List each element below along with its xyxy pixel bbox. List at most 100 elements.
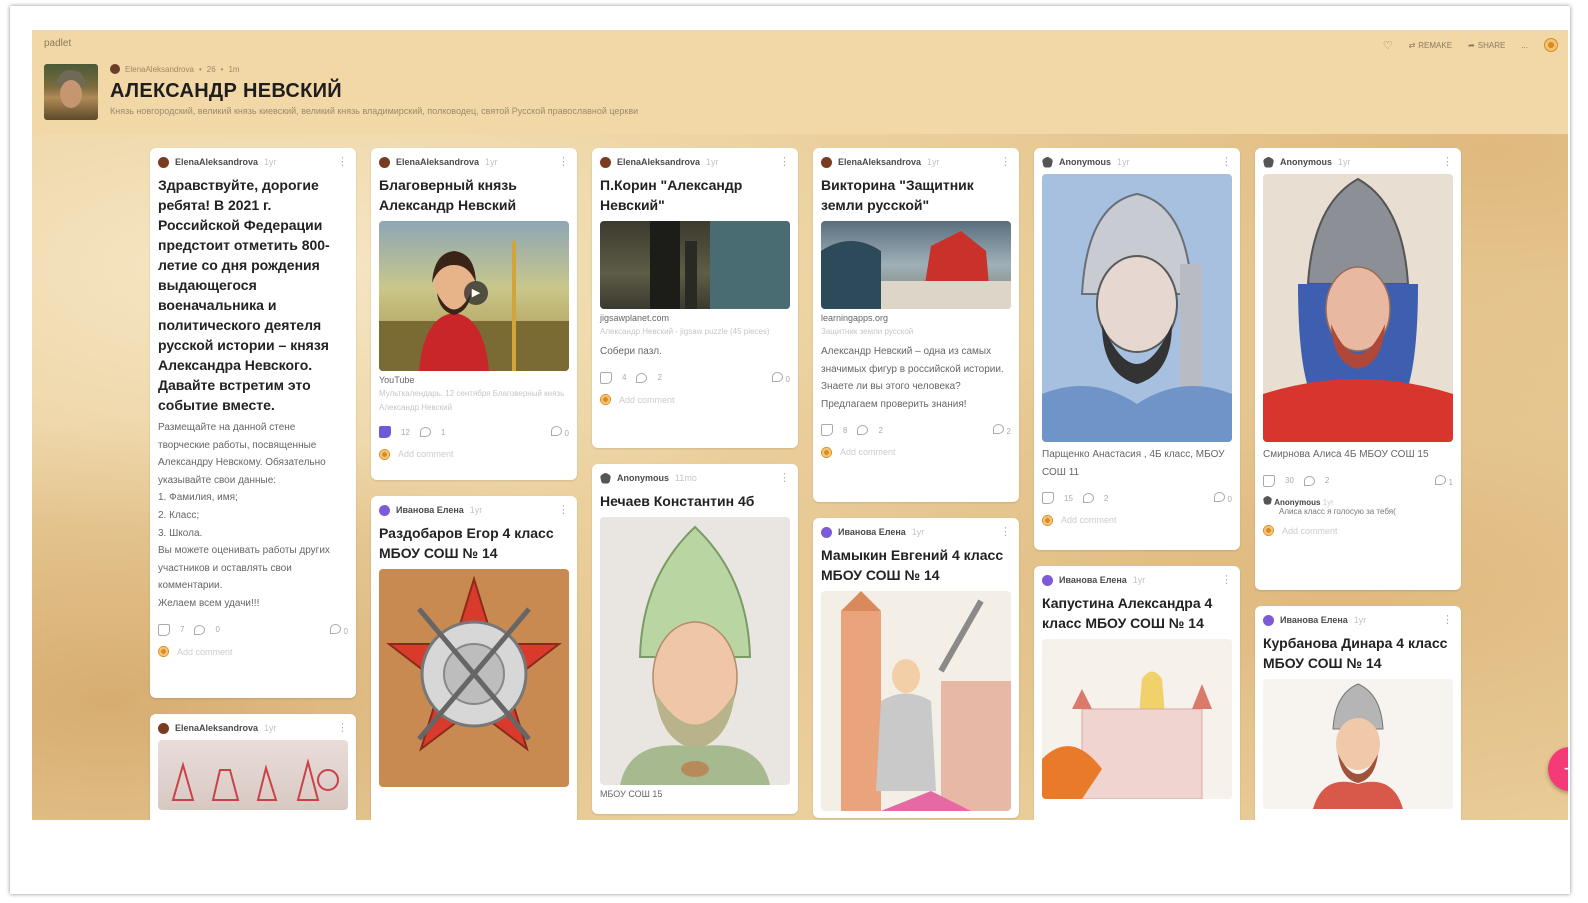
post-reactions: 30 2 1 xyxy=(1263,474,1453,488)
post-menu-icon[interactable]: ⋮ xyxy=(1442,613,1453,626)
post-card[interactable]: ElenaAleksandrova 1yr ⋮ Викторина "Защитни… xyxy=(813,148,1019,502)
dislike-icon[interactable] xyxy=(636,372,648,383)
post-card[interactable]: Anonymous 1yr ⋮ Смирнова Алиса 4Б МБОУ СОШ… xyxy=(1255,148,1461,590)
comment-text: Алиса класс я голосую за тебя( xyxy=(1279,506,1396,516)
more-button[interactable]: ... xyxy=(1521,41,1528,50)
share-icon: ➦ xyxy=(1468,40,1475,50)
comment-icon[interactable] xyxy=(330,623,342,634)
post-reactions: 12 1 0 xyxy=(379,425,569,439)
post-image[interactable] xyxy=(158,740,348,810)
board-avatar xyxy=(44,64,98,120)
red-sketches-image xyxy=(171,758,339,801)
comment-icon[interactable] xyxy=(993,424,1005,435)
painting-image xyxy=(650,221,790,309)
comment-icon[interactable] xyxy=(551,426,563,436)
post-image[interactable] xyxy=(600,221,790,309)
post-title: Нечаев Константин 4б xyxy=(600,493,755,509)
user-avatar-icon xyxy=(158,646,169,658)
dislike-icon[interactable] xyxy=(1082,493,1094,504)
post-menu-icon[interactable]: ⋮ xyxy=(779,471,790,484)
post-card[interactable]: Иванова Елена 1yr ⋮ Мамыкин Евгений 4 клас… xyxy=(813,518,1019,818)
post-card[interactable]: Anonymous 1yr ⋮ Парщенко Анастасия , 4Б кл… xyxy=(1034,148,1240,550)
post-image[interactable] xyxy=(379,569,569,787)
source-domain[interactable]: learningapps.org xyxy=(821,311,1011,325)
post-card[interactable]: Anonymous 11mo ⋮ Нечаев Константин 4б МБОУ… xyxy=(592,464,798,814)
comment-icon[interactable] xyxy=(1214,492,1226,503)
post-image[interactable] xyxy=(600,517,790,785)
thumbs-up-icon[interactable] xyxy=(379,426,391,438)
remake-button[interactable]: ⇄ REMAKE xyxy=(1409,41,1453,50)
add-post-button[interactable]: + xyxy=(1548,747,1568,791)
post-menu-icon[interactable]: ⋮ xyxy=(1442,155,1453,168)
add-comment[interactable]: Add comment xyxy=(600,393,790,407)
post-card[interactable]: ElenaAleksandrova 1yr ⋮ xyxy=(150,714,356,820)
add-comment[interactable]: Add comment xyxy=(158,645,348,659)
add-comment[interactable]: Add comment xyxy=(379,447,569,461)
dislike-icon[interactable] xyxy=(194,624,206,635)
post-card[interactable]: Иванова Елена 1yr ⋮ Капустина Александра 4… xyxy=(1034,566,1240,820)
author-avatar xyxy=(821,156,832,168)
comment-item: Anonymous 1yr Алиса класс я голосую за т… xyxy=(1263,495,1453,516)
comment-icon[interactable] xyxy=(1435,474,1447,485)
post-title: Раздобаров Егор 4 класс МБОУ СОШ № 14 xyxy=(379,525,554,561)
post-menu-icon[interactable]: ⋮ xyxy=(1221,573,1232,586)
post-title: Викторина "Защитник земли русской" xyxy=(821,177,974,213)
post-card[interactable]: Иванова Елена 1yr ⋮ Курбанова Динара 4 кла… xyxy=(1255,606,1461,820)
post-card[interactable]: ElenaAleksandrova 1yr ⋮ П.Корин "Александр… xyxy=(592,148,798,448)
post-menu-icon[interactable]: ⋮ xyxy=(1221,155,1232,168)
post-caption: МБОУ СОШ 15 xyxy=(600,789,663,799)
top-toolbar: ♡ ⇄ REMAKE ➦ SHARE ... xyxy=(1383,38,1558,52)
post-image[interactable] xyxy=(1042,174,1232,442)
board-author[interactable]: ElenaAleksandrova xyxy=(125,65,194,74)
post-menu-icon[interactable]: ⋮ xyxy=(558,503,569,516)
post-card[interactable]: Иванова Елена 1yr ⋮ Раздобаров Егор 4 клас… xyxy=(371,496,577,820)
add-comment[interactable]: Add comment xyxy=(1263,524,1453,538)
post-body: Смирнова Алиса 4Б МБОУ СОШ 15 xyxy=(1263,449,1429,460)
play-icon[interactable]: ▶ xyxy=(464,281,488,305)
video-thumbnail[interactable]: ▶ xyxy=(379,221,569,371)
post-menu-icon[interactable]: ⋮ xyxy=(1000,525,1011,538)
post-card[interactable]: ElenaAleksandrova 1yr ⋮ Здравствуйте, доро… xyxy=(150,148,356,698)
padlet-logo[interactable]: padlet xyxy=(44,38,71,49)
share-button[interactable]: ➦ SHARE xyxy=(1468,41,1505,50)
user-avatar-icon xyxy=(1042,514,1053,526)
thumbs-up-icon[interactable] xyxy=(1042,492,1054,505)
knight-drawing-image xyxy=(620,525,770,785)
settings-icon[interactable] xyxy=(1544,38,1558,52)
dislike-icon[interactable] xyxy=(419,427,431,437)
thumbs-up-icon[interactable] xyxy=(158,623,170,636)
user-avatar-icon xyxy=(379,448,390,460)
thumbs-up-icon[interactable] xyxy=(600,371,612,384)
source-domain[interactable]: YouTube xyxy=(379,373,569,387)
post-menu-icon[interactable]: ⋮ xyxy=(337,721,348,734)
dislike-icon[interactable] xyxy=(857,425,869,436)
post-image[interactable] xyxy=(1263,679,1453,809)
thumbs-up-icon[interactable] xyxy=(1263,474,1275,487)
add-comment[interactable]: Add comment xyxy=(821,445,1011,459)
post-title: Капустина Александра 4 класс МБОУ СОШ № … xyxy=(1042,595,1213,631)
author-avatar xyxy=(158,156,169,168)
post-image[interactable] xyxy=(821,221,1011,309)
source-domain[interactable]: jigsawplanet.com xyxy=(600,311,790,325)
heart-icon[interactable]: ♡ xyxy=(1383,39,1393,52)
add-comment[interactable]: Add comment xyxy=(1042,513,1232,527)
post-card[interactable]: ElenaAleksandrova 1yr ⋮ Благоверный князь … xyxy=(371,148,577,480)
comment-icon[interactable] xyxy=(772,371,784,382)
author-avatar xyxy=(379,156,390,168)
post-image[interactable] xyxy=(1263,174,1453,442)
padlet-board: padlet ElenaAleksandrova • 26 • 1m АЛЕКС… xyxy=(32,30,1568,820)
author-avatar xyxy=(1263,614,1274,626)
post-menu-icon[interactable]: ⋮ xyxy=(337,155,348,168)
column-3: ElenaAleksandrova 1yr ⋮ П.Корин "Александр… xyxy=(592,148,798,820)
post-menu-icon[interactable]: ⋮ xyxy=(779,155,790,168)
post-title: Курбанова Динара 4 класс МБОУ СОШ № 14 xyxy=(1263,635,1448,671)
post-menu-icon[interactable]: ⋮ xyxy=(558,155,569,168)
board-subtitle: Князь новгородский, великий князь киевск… xyxy=(110,106,639,116)
board-author-row: ElenaAleksandrova • 26 • 1m xyxy=(110,64,240,74)
post-image[interactable] xyxy=(821,591,1011,811)
thumbs-up-icon[interactable] xyxy=(821,424,833,437)
blue-knight-drawing-image xyxy=(1042,192,1232,442)
post-menu-icon[interactable]: ⋮ xyxy=(1000,155,1011,168)
post-image[interactable] xyxy=(1042,639,1232,799)
dislike-icon[interactable] xyxy=(1303,475,1315,486)
